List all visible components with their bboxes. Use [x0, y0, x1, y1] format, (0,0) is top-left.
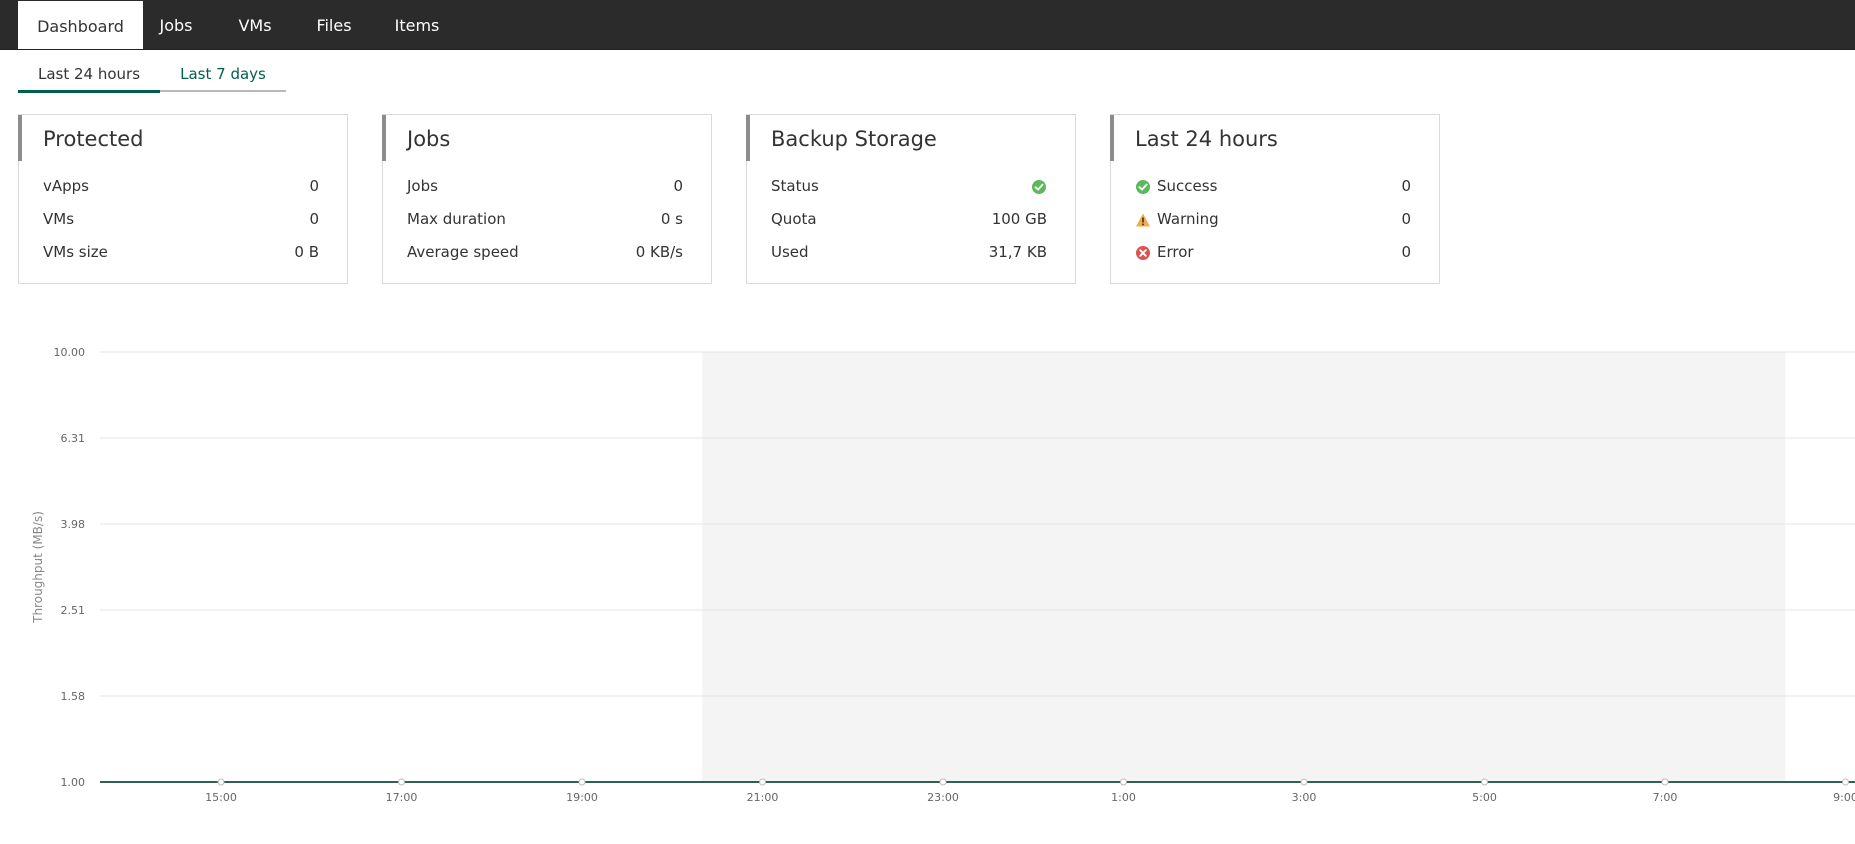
stat-value: 0 s — [660, 210, 683, 228]
tab-last-24-hours[interactable]: Last 24 hours — [18, 62, 160, 93]
y-tick-label: 1.00 — [61, 776, 86, 789]
card-accent-bar — [746, 115, 750, 161]
data-point — [1842, 778, 1849, 786]
data-point — [1661, 778, 1669, 786]
tab-jobs[interactable]: Jobs — [143, 0, 209, 49]
stat-value: 0 — [673, 177, 683, 195]
stat-row: vApps 0 — [43, 177, 319, 199]
stat-label: Max duration — [407, 210, 506, 228]
jobs-card: Jobs Jobs 0 Max duration 0 s Average spe… — [382, 114, 712, 284]
stat-label: Warning — [1157, 210, 1219, 228]
stat-value: 0 KB/s — [635, 243, 683, 261]
x-tick-label: 23:00 — [927, 791, 959, 804]
tab-dashboard[interactable]: Dashboard — [18, 1, 143, 49]
tab-vms[interactable]: VMs — [217, 0, 293, 49]
stat-row: VMs 0 — [43, 210, 319, 232]
stat-value: 0 — [309, 177, 319, 195]
y-tick-label: 1.58 — [61, 690, 86, 703]
stat-row: Success 0 — [1135, 177, 1411, 199]
stat-label: VMs size — [43, 243, 108, 261]
x-tick-label: 19:00 — [566, 791, 598, 804]
y-tick-label: 6.31 — [61, 432, 86, 445]
stat-value: 0 — [1401, 210, 1411, 228]
y-tick-label: 3.98 — [61, 518, 86, 531]
stat-label: VMs — [43, 210, 75, 228]
data-point — [1300, 778, 1308, 786]
stat-label: Used — [771, 243, 809, 261]
card-accent-bar — [382, 115, 386, 161]
data-point — [578, 778, 586, 786]
warning-icon — [1136, 213, 1150, 227]
stat-label: Quota — [771, 210, 817, 228]
card-title: Jobs — [407, 127, 451, 151]
data-point — [217, 778, 225, 786]
x-tick-label: 9:00 — [1833, 791, 1855, 804]
last-24-hours-card: Last 24 hours Success 0 Warning 0 Error … — [1110, 114, 1440, 284]
x-tick-label: 5:00 — [1472, 791, 1497, 804]
data-point — [939, 778, 947, 786]
stat-value: 0 — [309, 210, 319, 228]
stat-row: Used 31,7 KB — [771, 243, 1047, 265]
stat-label: Status — [771, 177, 819, 195]
card-title: Protected — [43, 127, 144, 151]
data-point — [1481, 778, 1488, 786]
stat-row: Status — [771, 177, 1047, 199]
x-tick-label: 7:00 — [1653, 791, 1678, 804]
data-point — [759, 778, 766, 786]
stat-row: Average speed 0 KB/s — [407, 243, 683, 265]
stat-value: 0 — [1401, 243, 1411, 261]
stat-value: 0 — [1401, 177, 1411, 195]
stat-row: Jobs 0 — [407, 177, 683, 199]
y-tick-label: 2.51 — [61, 604, 86, 617]
stat-row: Quota 100 GB — [771, 210, 1047, 232]
stat-label: Average speed — [407, 243, 519, 261]
stat-row: Warning 0 — [1135, 210, 1411, 232]
highlight-band — [702, 352, 1786, 782]
backup-storage-card: Backup Storage Status Quota 100 GB Used … — [746, 114, 1076, 284]
y-axis-label: Throughput (MB/s) — [31, 511, 45, 624]
stat-value: 0 B — [294, 243, 319, 261]
x-tick-label: 17:00 — [386, 791, 418, 804]
stat-value: 100 GB — [991, 210, 1047, 228]
stat-label: Success — [1157, 177, 1218, 195]
card-accent-bar — [1110, 115, 1114, 161]
status-badge — [1031, 179, 1047, 199]
y-tick-label: 10.00 — [54, 346, 86, 359]
tab-last-7-days[interactable]: Last 7 days — [160, 62, 286, 92]
card-accent-bar — [18, 115, 22, 161]
stat-row: Max duration 0 s — [407, 210, 683, 232]
x-tick-label: 21:00 — [747, 791, 779, 804]
data-point — [398, 778, 405, 786]
card-title: Backup Storage — [771, 127, 937, 151]
card-title: Last 24 hours — [1135, 127, 1278, 151]
stat-row: VMs size 0 B — [43, 243, 319, 265]
error-icon — [1136, 246, 1150, 260]
protected-card: Protected vApps 0 VMs 0 VMs size 0 B — [18, 114, 348, 284]
x-tick-label: 15:00 — [205, 791, 237, 804]
top-navigation: Dashboard Jobs VMs Files Items — [0, 0, 1855, 50]
stat-label: Error — [1157, 243, 1194, 261]
x-tick-label: 3:00 — [1292, 791, 1317, 804]
data-point — [1120, 778, 1127, 786]
tab-items[interactable]: Items — [376, 0, 458, 49]
check-circle-icon — [1136, 180, 1150, 194]
tab-files[interactable]: Files — [297, 0, 371, 49]
x-tick-label: 1:00 — [1111, 791, 1136, 804]
stat-label: Jobs — [407, 177, 438, 195]
stat-label: vApps — [43, 177, 89, 195]
check-circle-icon — [1032, 180, 1046, 194]
throughput-chart-svg: 10.00 6.31 3.98 2.51 1.58 1.00 Throughput (MB/… — [31, 346, 1855, 804]
stat-value: 31,7 KB — [988, 243, 1047, 261]
throughput-chart: 10.00 6.31 3.98 2.51 1.58 1.00 Throughput (MB/… — [0, 330, 1855, 840]
stat-row: Error 0 — [1135, 243, 1411, 265]
